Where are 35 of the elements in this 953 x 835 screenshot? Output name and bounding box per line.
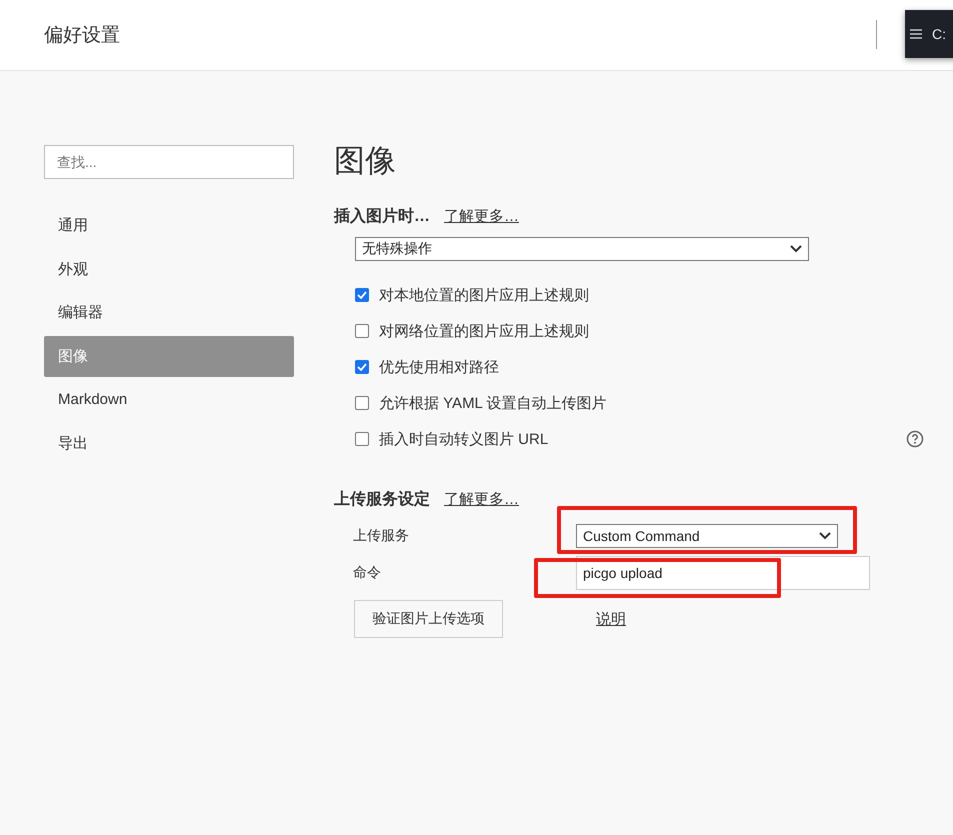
sidebar-item[interactable]: Markdown (44, 379, 294, 420)
checkbox[interactable] (355, 432, 369, 446)
sidebar-item[interactable]: 编辑器 (44, 292, 294, 333)
terminal-tab[interactable]: C: (905, 10, 953, 58)
window-title: 偏好设置 (44, 24, 120, 48)
checkbox[interactable] (355, 324, 369, 338)
chevron-down-icon (819, 532, 831, 540)
sidebar-item[interactable]: 通用 (44, 205, 294, 246)
section-heading: 插入图片时… (334, 206, 430, 227)
sidebar-item[interactable]: 导出 (44, 422, 294, 464)
page-title: 图像 (334, 145, 397, 176)
checkbox-label: 允许根据 YAML 设置自动上传图片 (379, 394, 608, 412)
checkbox[interactable] (355, 396, 369, 410)
input-field[interactable]: picgo upload (576, 556, 870, 590)
checkbox[interactable] (355, 288, 369, 302)
terminal-path: C: (932, 26, 946, 42)
learn-more-link[interactable]: 了解更多… (444, 490, 519, 509)
section-heading: 上传服务设定 (334, 489, 430, 510)
help-link[interactable]: 说明 (596, 610, 626, 628)
checkbox-label: 优先使用相对路径 (379, 358, 500, 376)
chevron-down-icon (790, 245, 802, 253)
checkbox-label: 对本地位置的图片应用上述规则 (379, 286, 590, 304)
search-field[interactable]: 查找... (44, 145, 294, 179)
learn-more-link[interactable]: 了解更多… (444, 207, 519, 226)
verify-button[interactable]: 验证图片上传选项 (354, 600, 503, 638)
field-label: 上传服务 (352, 527, 410, 545)
help-icon[interactable] (906, 430, 924, 448)
dropdown[interactable]: 无特殊操作 (355, 237, 809, 261)
checkbox[interactable] (355, 360, 369, 374)
dropdown[interactable]: Custom Command (576, 524, 838, 548)
field-label: 命令 (352, 564, 382, 582)
checkbox-label: 插入时自动转义图片 URL (379, 430, 550, 448)
sidebar-item[interactable]: 外观 (44, 248, 294, 290)
menu-icon[interactable] (910, 29, 922, 39)
checkbox-label: 对网络位置的图片应用上述规则 (379, 322, 590, 340)
